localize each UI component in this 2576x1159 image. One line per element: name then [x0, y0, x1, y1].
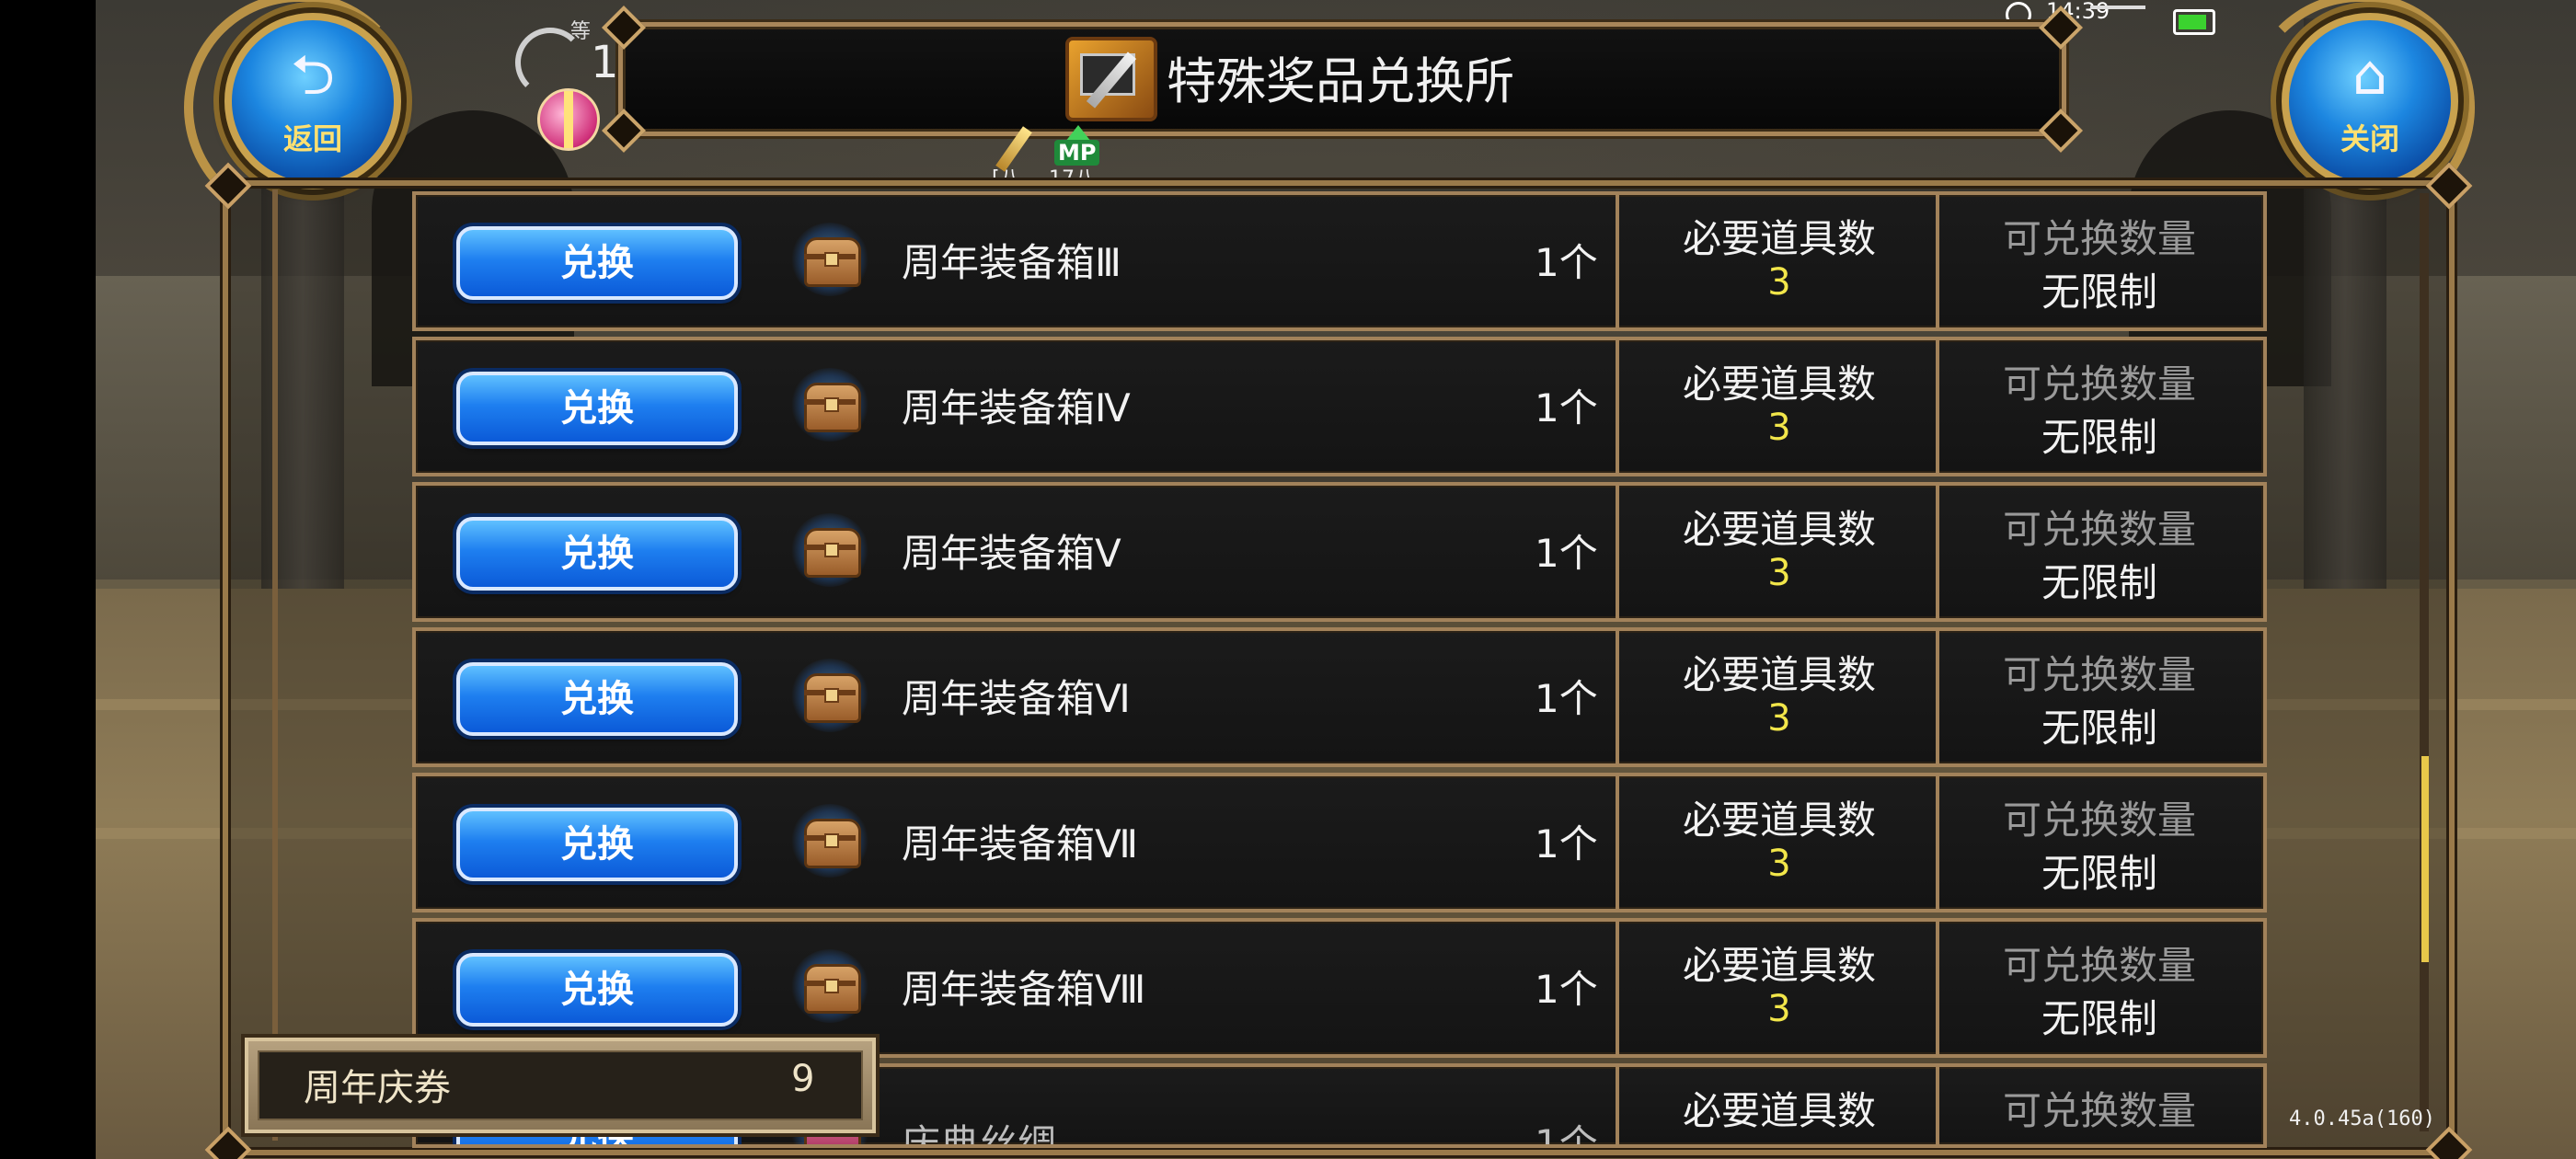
required-label: 必要道具数 — [1682, 1088, 1876, 1133]
item-quantity: 1个 — [1535, 967, 1598, 1012]
back-button[interactable]: ⮌ 返回 — [224, 13, 401, 189]
exchange-row: 兑换 周年装备箱Ⅴ 1个 必要道具数 3 可兑换数量 无限制 — [412, 482, 2267, 622]
limit-label: 可兑换数量 — [2002, 361, 2196, 407]
exchange-button[interactable]: 兑换 — [456, 953, 738, 1027]
home-icon: ⌂ — [2352, 43, 2388, 108]
required-value: 3 — [1767, 261, 1791, 304]
exchange-button[interactable]: 兑换 — [456, 226, 738, 300]
item-quantity: 1个 — [1535, 240, 1598, 285]
back-arrow-icon: ⮌ — [290, 43, 336, 108]
level-number: 1 — [591, 37, 619, 88]
limit-label: 可兑换数量 — [2002, 652, 2196, 697]
exchange-button[interactable]: 兑换 — [456, 372, 738, 445]
level-label: 等 — [570, 20, 592, 43]
currency-value: 9 — [791, 1058, 815, 1100]
required-value: 3 — [1767, 407, 1791, 449]
exchange-button[interactable]: 兑换 — [456, 517, 738, 591]
gift-icon[interactable] — [537, 88, 600, 151]
exchange-button[interactable]: 兑换 — [456, 662, 738, 736]
item-name: 周年装备箱Ⅲ — [902, 240, 1121, 285]
close-button-label: 关闭 — [2340, 121, 2399, 156]
item-name: 庆典丝绸 — [902, 1121, 1057, 1148]
version-label: 4.0.45a(160) — [2289, 1107, 2435, 1130]
limit-label: 可兑换数量 — [2002, 507, 2196, 552]
required-label: 必要道具数 — [1682, 943, 1876, 988]
signal-indicator — [2090, 6, 2145, 9]
required-label: 必要道具数 — [1682, 507, 1876, 552]
required-value: 3 — [1767, 988, 1791, 1030]
limit-value: 无限制 — [2041, 415, 2157, 460]
limit-label: 可兑换数量 — [2002, 216, 2196, 261]
exchange-row: 兑换 周年装备箱Ⅶ 1个 必要道具数 3 可兑换数量 无限制 — [412, 773, 2267, 912]
required-label: 必要道具数 — [1682, 216, 1876, 261]
item-name: 周年装备箱Ⅴ — [902, 531, 1121, 576]
required-value: 3 — [1767, 552, 1791, 594]
chest-icon — [791, 659, 868, 732]
close-button[interactable]: ⌂ 关闭 — [2282, 13, 2458, 189]
chest-icon — [791, 949, 868, 1023]
limit-value: 无限制 — [2041, 706, 2157, 751]
limit-value: 无限制 — [2041, 560, 2157, 605]
chest-icon — [791, 223, 868, 296]
item-name: 周年装备箱Ⅳ — [902, 385, 1131, 430]
chest-icon — [791, 368, 868, 442]
required-value: 3 — [1767, 697, 1791, 740]
required-label: 必要道具数 — [1682, 652, 1876, 697]
limit-label: 可兑换数量 — [2002, 943, 2196, 988]
required-label: 必要道具数 — [1682, 361, 1876, 407]
chest-icon — [791, 513, 868, 587]
game-screen: 14:39 ⮌ 返回 ⌂ 关闭 等 1 特殊奖品兑换所 MP [八 17八 兑换… — [0, 0, 2576, 1159]
item-quantity: 1个 — [1535, 385, 1598, 430]
item-quantity: 1个 — [1535, 676, 1598, 721]
item-quantity: 1个 — [1535, 821, 1598, 866]
exchange-button[interactable]: 兑换 — [456, 808, 738, 881]
item-quantity: 1个 — [1535, 1121, 1598, 1148]
scrollbar[interactable] — [2420, 193, 2429, 1131]
exchange-row: 兑换 周年装备箱Ⅳ 1个 必要道具数 3 可兑换数量 无限制 — [412, 337, 2267, 476]
limit-value: 无限制 — [2041, 270, 2157, 315]
exchange-row: 兑换 周年装备箱Ⅲ 1个 必要道具数 3 可兑换数量 无限制 — [412, 191, 2267, 331]
item-name: 周年装备箱Ⅷ — [902, 967, 1146, 1012]
currency-panel: 周年庆券 9 — [245, 1038, 876, 1133]
limit-label: 可兑换数量 — [2002, 798, 2196, 843]
currency-label: 周年庆券 — [304, 1067, 451, 1109]
back-button-label: 返回 — [282, 121, 342, 156]
scrollbar-thumb[interactable] — [2421, 756, 2429, 962]
limit-value: 无限制 — [2041, 996, 2157, 1041]
item-quantity: 1个 — [1535, 531, 1598, 576]
chest-icon — [791, 804, 868, 878]
limit-value: 无限制 — [2041, 851, 2157, 896]
panel-rail-left — [272, 189, 278, 1141]
limit-label: 可兑换数量 — [2002, 1088, 2196, 1133]
required-label: 必要道具数 — [1682, 798, 1876, 843]
item-name: 周年装备箱Ⅵ — [902, 676, 1131, 721]
shop-icon — [1065, 37, 1157, 121]
item-name: 周年装备箱Ⅶ — [902, 821, 1139, 866]
required-value: 3 — [1767, 843, 1791, 885]
battery-icon — [2173, 9, 2215, 35]
exchange-row: 兑换 周年装备箱Ⅵ 1个 必要道具数 3 可兑换数量 无限制 — [412, 627, 2267, 767]
page-title: 特殊奖品兑换所 — [1167, 52, 1514, 110]
